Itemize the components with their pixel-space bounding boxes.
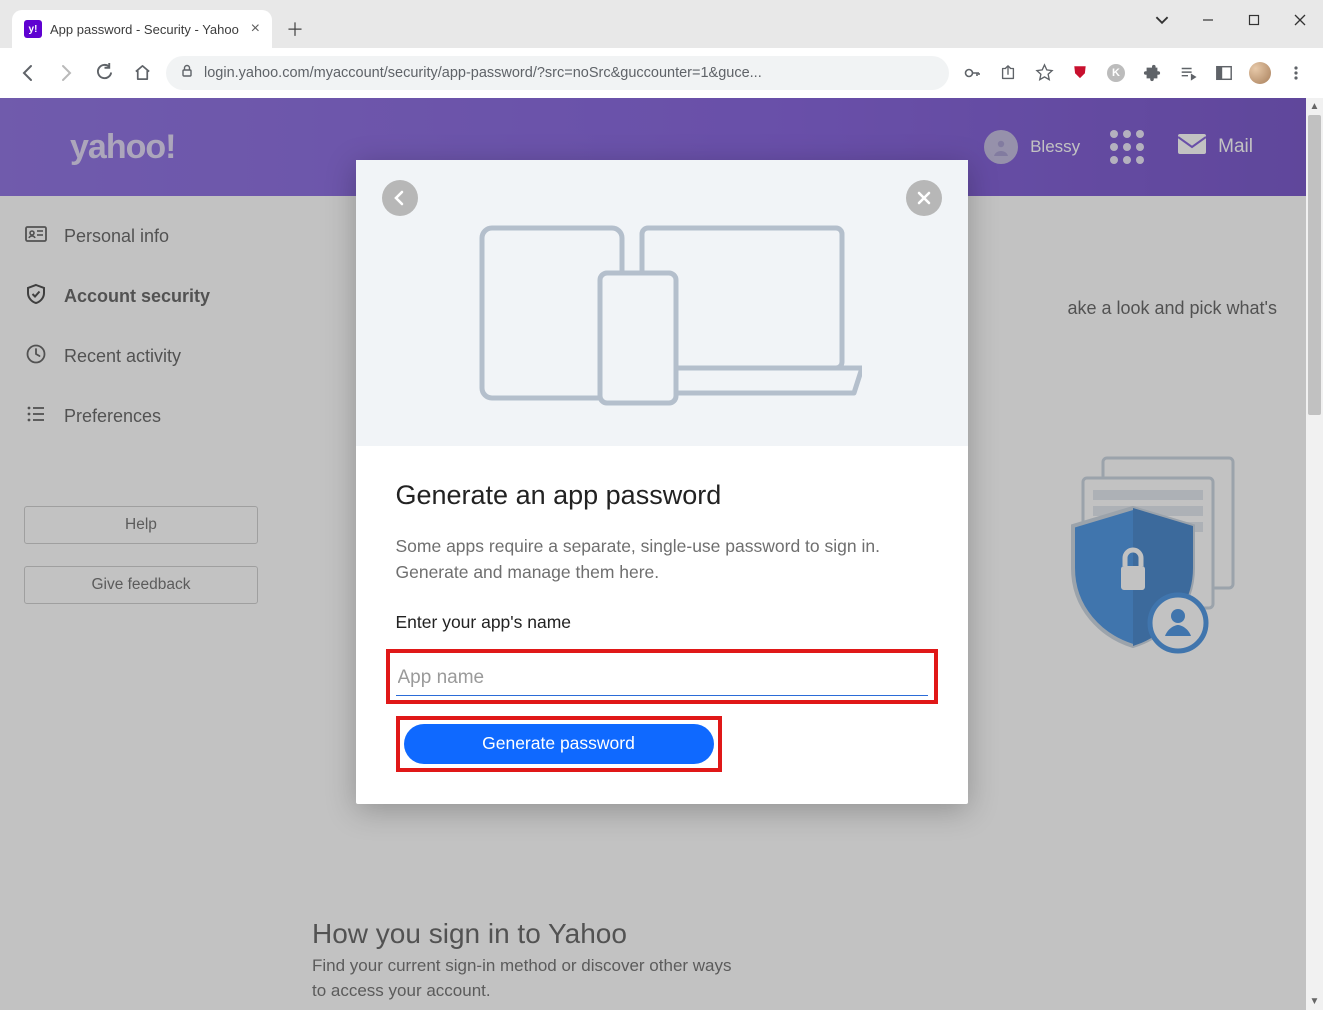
- close-window-button[interactable]: [1277, 0, 1323, 40]
- forward-button[interactable]: [52, 59, 80, 87]
- close-icon: [916, 190, 932, 206]
- bookmark-star-icon[interactable]: [1031, 60, 1057, 86]
- browser-menu-button[interactable]: [1283, 60, 1309, 86]
- chevron-down-icon[interactable]: [1139, 0, 1185, 40]
- modal-hero: [356, 160, 968, 446]
- browser-toolbar: login.yahoo.com/myaccount/security/app-p…: [0, 48, 1323, 98]
- profile-avatar[interactable]: [1247, 60, 1273, 86]
- highlighted-input-area: [386, 649, 938, 704]
- share-icon[interactable]: [995, 60, 1021, 86]
- yahoo-favicon-icon: y!: [24, 20, 42, 38]
- modal-title: Generate an app password: [396, 480, 928, 511]
- modal-back-button[interactable]: [382, 180, 418, 216]
- vertical-scrollbar[interactable]: ▲ ▼: [1306, 98, 1323, 1010]
- home-button[interactable]: [128, 59, 156, 87]
- lock-icon: [180, 64, 194, 82]
- new-tab-button[interactable]: ＋: [280, 14, 310, 44]
- devices-illustration: [462, 218, 862, 413]
- app-name-input[interactable]: [396, 661, 928, 696]
- extensions-puzzle-icon[interactable]: [1139, 60, 1165, 86]
- generate-password-button[interactable]: Generate password: [404, 724, 714, 764]
- back-button[interactable]: [14, 59, 42, 87]
- modal-close-button[interactable]: [906, 180, 942, 216]
- tab-title: App password - Security - Yahoo: [50, 22, 239, 37]
- extension-k-icon[interactable]: K: [1103, 60, 1129, 86]
- sidepanel-icon[interactable]: [1211, 60, 1237, 86]
- window-titlebar: y! App password - Security - Yahoo × ＋: [0, 0, 1323, 48]
- app-password-modal: Generate an app password Some apps requi…: [356, 160, 968, 804]
- mcafee-extension-icon[interactable]: ⛊: [1067, 60, 1093, 86]
- address-bar[interactable]: login.yahoo.com/myaccount/security/app-p…: [166, 56, 949, 90]
- scroll-up-arrow-icon[interactable]: ▲: [1306, 98, 1323, 115]
- reload-button[interactable]: [90, 59, 118, 87]
- highlighted-button-area: Generate password: [396, 716, 722, 772]
- chevron-left-icon: [391, 189, 409, 207]
- media-playlist-icon[interactable]: [1175, 60, 1201, 86]
- modal-overlay: Generate an app password Some apps requi…: [0, 98, 1323, 1010]
- close-tab-button[interactable]: ×: [251, 20, 260, 38]
- scroll-down-arrow-icon[interactable]: ▼: [1306, 993, 1323, 1010]
- minimize-button[interactable]: [1185, 0, 1231, 40]
- modal-description: Some apps require a separate, single-use…: [396, 533, 928, 586]
- browser-tab[interactable]: y! App password - Security - Yahoo ×: [12, 10, 272, 48]
- url-text: login.yahoo.com/myaccount/security/app-p…: [204, 65, 762, 81]
- app-name-label: Enter your app's name: [396, 612, 928, 633]
- maximize-button[interactable]: [1231, 0, 1277, 40]
- scrollbar-thumb[interactable]: [1308, 115, 1321, 415]
- key-icon[interactable]: [959, 60, 985, 86]
